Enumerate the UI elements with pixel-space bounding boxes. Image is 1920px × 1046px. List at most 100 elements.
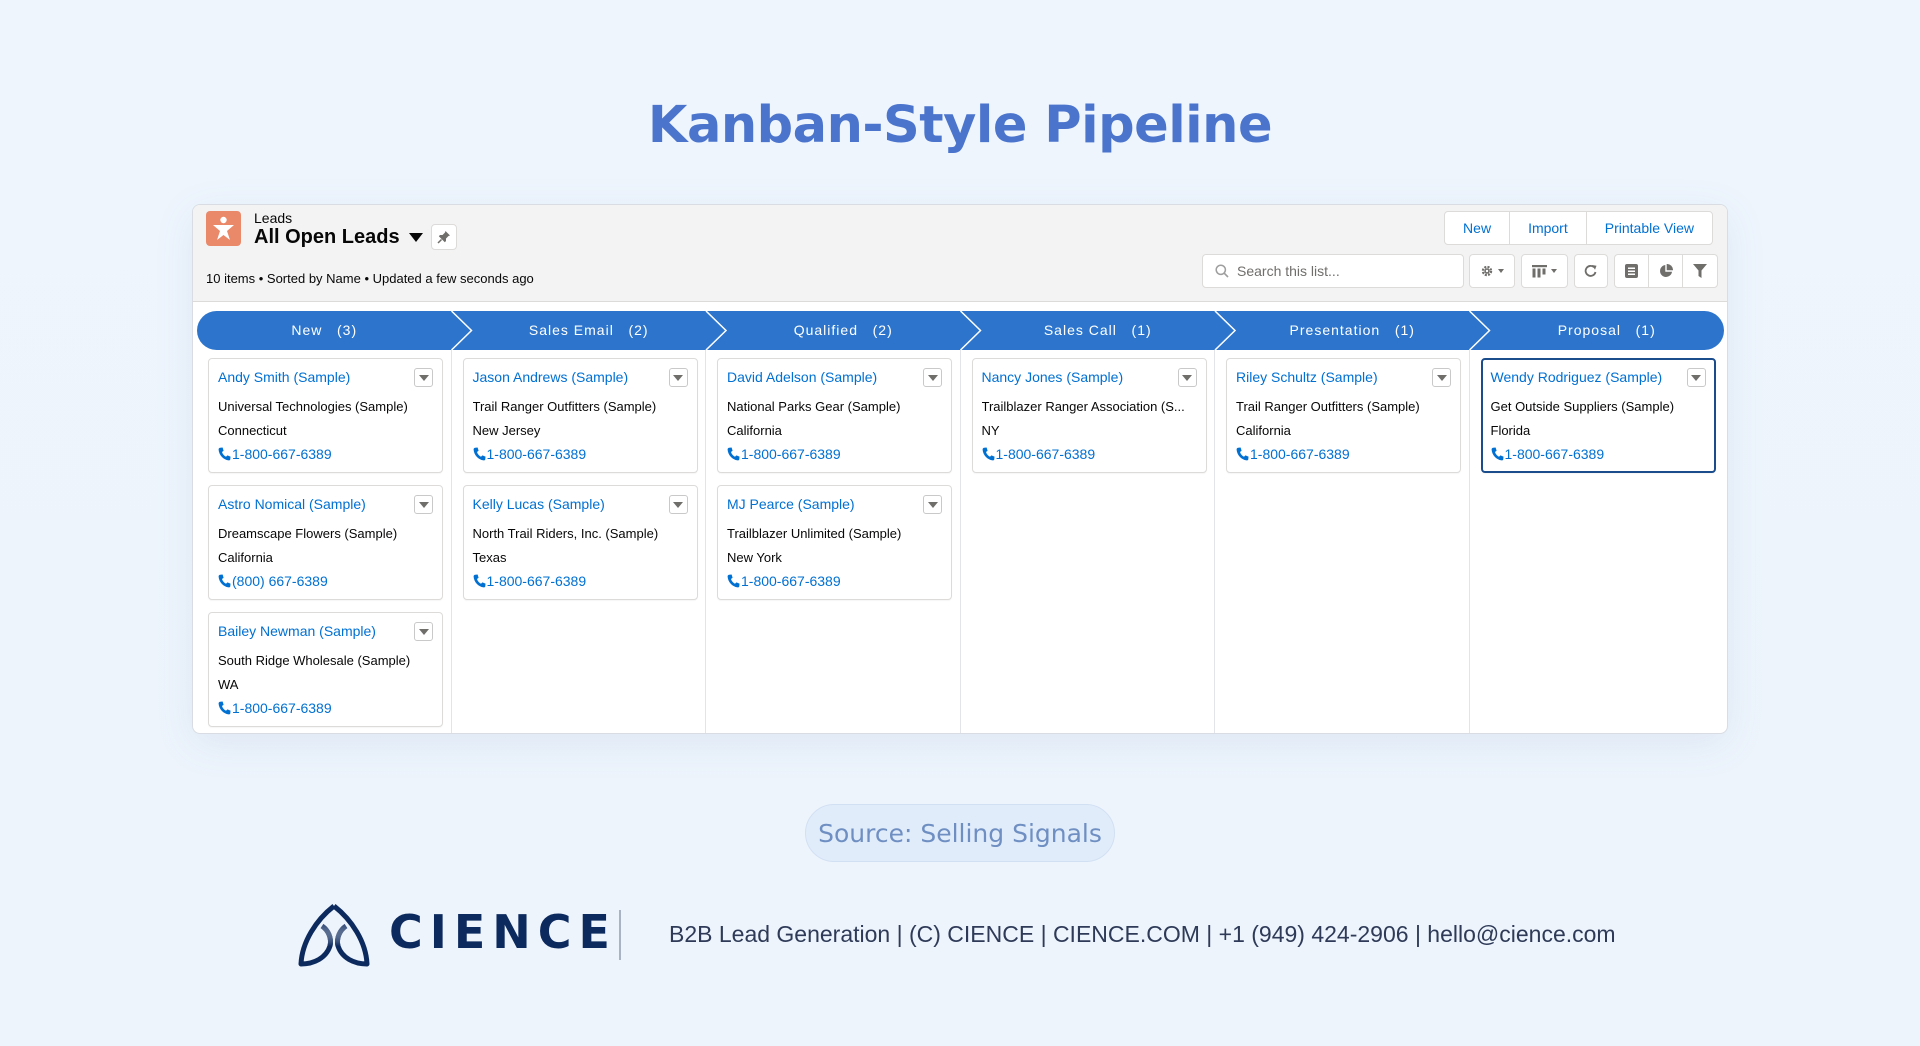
list-view-selector[interactable]: All Open Leads [254, 226, 423, 249]
new-button[interactable]: New [1445, 212, 1511, 244]
refresh-button[interactable] [1574, 254, 1608, 288]
lead-phone-link[interactable]: 1-800-667-6389 [727, 446, 841, 462]
list-actions: New Import Printable View [1444, 211, 1713, 245]
caret-down-icon [673, 374, 683, 381]
charts-button[interactable] [1649, 255, 1683, 287]
lead-card[interactable]: Nancy Jones (Sample) Trailblazer Ranger A… [971, 358, 1207, 473]
search-input[interactable] [1237, 263, 1457, 279]
lead-phone-link[interactable]: 1-800-667-6389 [473, 446, 587, 462]
card-actions-button[interactable] [923, 368, 942, 387]
kanban-column-presentation: Riley Schultz (Sample) Trail Ranger Outfi… [1215, 350, 1470, 733]
lead-name-link[interactable]: David Adelson (Sample) [727, 369, 877, 385]
lead-phone-link[interactable]: 1-800-667-6389 [473, 573, 587, 589]
search-list-field[interactable] [1202, 254, 1464, 288]
caret-down-icon [673, 501, 683, 508]
lead-company: Universal Technologies (Sample) [218, 399, 408, 414]
list-settings-button[interactable] [1469, 254, 1515, 288]
lead-card[interactable]: MJ Pearce (Sample) Trailblazer Unlimited … [717, 485, 952, 600]
lead-person-icon [206, 211, 241, 246]
import-button[interactable]: Import [1510, 212, 1587, 244]
lead-name-link[interactable]: Kelly Lucas (Sample) [473, 496, 605, 512]
display-as-kanban-icon [1532, 264, 1547, 277]
lead-card[interactable]: Wendy Rodriguez (Sample) Get Outside Supp… [1480, 358, 1716, 473]
footer-brand: CIENCE [389, 905, 617, 959]
card-actions-button[interactable] [923, 495, 942, 514]
lead-phone-number[interactable]: 1-800-667-6389 [232, 446, 332, 462]
lead-phone-number[interactable]: 1-800-667-6389 [232, 700, 332, 716]
lead-name-link[interactable]: Wendy Rodriguez (Sample) [1491, 369, 1663, 385]
lead-phone-number[interactable]: 1-800-667-6389 [1250, 446, 1350, 462]
list-view-name: All Open Leads [254, 226, 400, 248]
lead-name-link[interactable]: Jason Andrews (Sample) [473, 369, 629, 385]
stage-label[interactable]: Presentation (1) [1225, 311, 1480, 350]
lead-phone-number[interactable]: 1-800-667-6389 [487, 573, 587, 589]
pie-chart-icon [1659, 264, 1673, 277]
lead-name-link[interactable]: MJ Pearce (Sample) [727, 496, 855, 512]
phone-icon [218, 701, 231, 715]
lead-phone-number[interactable]: 1-800-667-6389 [741, 446, 841, 462]
lead-state: California [1236, 423, 1291, 438]
stage-label[interactable]: New (3) [197, 311, 452, 350]
lead-phone-link[interactable]: 1-800-667-6389 [1236, 446, 1350, 462]
filter-button[interactable] [1683, 255, 1717, 287]
lead-card[interactable]: David Adelson (Sample) National Parks Gea… [717, 358, 952, 473]
kanban-column-new: Andy Smith (Sample) Universal Technologie… [197, 350, 452, 733]
pin-icon [437, 231, 450, 244]
phone-icon [982, 447, 994, 461]
kanban-panel: Leads All Open Leads 10 items • Sorted b… [192, 204, 1728, 734]
lead-phone-number[interactable]: 1-800-667-6389 [487, 446, 587, 462]
card-actions-button[interactable] [1432, 368, 1451, 387]
card-actions-button[interactable] [414, 495, 433, 514]
lead-phone-link[interactable]: 1-800-667-6389 [727, 573, 841, 589]
list-meta-info: 10 items • Sorted by Name • Updated a fe… [206, 271, 534, 286]
display-as-button[interactable] [1521, 254, 1568, 288]
lead-phone-link[interactable]: 1-800-667-6389 [982, 446, 1096, 462]
stage-label[interactable]: Proposal (1) [1480, 311, 1728, 350]
lead-name-link[interactable]: Bailey Newman (Sample) [218, 623, 376, 639]
lead-card[interactable]: Jason Andrews (Sample) Trail Ranger Outfi… [462, 358, 698, 473]
lead-name-link[interactable]: Nancy Jones (Sample) [982, 369, 1124, 385]
phone-icon [727, 447, 740, 461]
lead-card[interactable]: Riley Schultz (Sample) Trail Ranger Outfi… [1226, 358, 1461, 473]
lead-state: Florida [1490, 423, 1531, 438]
lead-state: NY [981, 423, 1000, 438]
printable-view-button[interactable]: Printable View [1587, 212, 1712, 244]
pin-list-button[interactable] [431, 224, 457, 250]
card-actions-button[interactable] [668, 368, 688, 387]
caret-down-icon [1551, 269, 1557, 273]
card-actions-button[interactable] [414, 622, 433, 641]
lead-card[interactable]: Bailey Newman (Sample) South Ridge Wholes… [208, 612, 443, 727]
card-actions-button[interactable] [414, 368, 433, 387]
kanban-column-sales-email: Jason Andrews (Sample) Trail Ranger Outfi… [452, 350, 706, 733]
stage-label[interactable]: Sales Email (2) [462, 311, 717, 350]
lead-phone-link[interactable]: (800) 667-6389 [218, 573, 328, 589]
caret-down-icon [1436, 374, 1447, 381]
caret-down-icon [927, 374, 938, 381]
lead-state: California [218, 550, 273, 565]
lead-state: New York [727, 550, 782, 565]
stage-label[interactable]: Qualified (2) [716, 311, 971, 350]
lead-phone-number[interactable]: 1-800-667-6389 [741, 573, 841, 589]
lead-card[interactable]: Astro Nomical (Sample) Dreamscape Flowers… [208, 485, 443, 600]
lead-phone-link[interactable]: 1-800-667-6389 [218, 700, 332, 716]
lead-phone-number[interactable]: 1-800-667-6389 [1505, 446, 1605, 462]
chevron-down-icon [408, 233, 423, 242]
lead-phone-number[interactable]: 1-800-667-6389 [996, 446, 1096, 462]
lead-card[interactable]: Kelly Lucas (Sample) North Trail Riders, … [462, 485, 698, 600]
list-chart-button[interactable] [1615, 255, 1649, 287]
lead-phone-number[interactable]: (800) 667-6389 [232, 573, 328, 589]
lead-phone-link[interactable]: 1-800-667-6389 [1491, 446, 1605, 462]
card-actions-button[interactable] [668, 495, 688, 514]
phone-icon [473, 574, 485, 588]
lead-name-link[interactable]: Riley Schultz (Sample) [1236, 369, 1378, 385]
card-actions-button[interactable] [1686, 368, 1706, 387]
caret-down-icon [418, 501, 429, 508]
card-actions-button[interactable] [1177, 368, 1197, 387]
lead-name-link[interactable]: Astro Nomical (Sample) [218, 496, 366, 512]
stage-label[interactable]: Sales Call (1) [971, 311, 1226, 350]
caret-down-icon [1498, 269, 1504, 273]
lead-name-link[interactable]: Andy Smith (Sample) [218, 369, 350, 385]
lead-card[interactable]: Andy Smith (Sample) Universal Technologie… [208, 358, 443, 473]
lead-phone-link[interactable]: 1-800-667-6389 [218, 446, 332, 462]
phone-icon [727, 574, 740, 588]
